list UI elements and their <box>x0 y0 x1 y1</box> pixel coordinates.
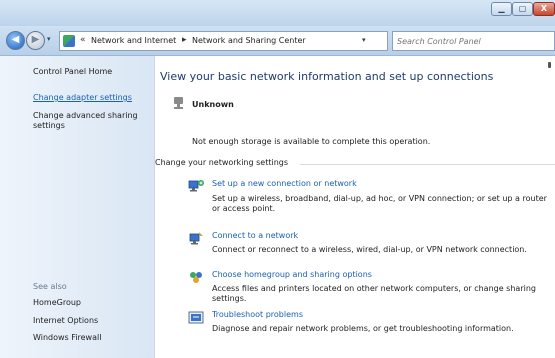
address-dropdown[interactable]: ▾ <box>362 36 366 44</box>
sidebar-change-advanced-sharing[interactable]: Change advanced sharing settings <box>33 111 143 131</box>
section-header: Change your networking settings <box>155 158 555 170</box>
connect-network-icon <box>188 230 205 246</box>
search-box[interactable] <box>392 31 555 51</box>
breadcrumb-overflow[interactable]: « <box>80 35 86 45</box>
sidebar-control-panel-home[interactable]: Control Panel Home <box>33 67 112 77</box>
new-connection-icon <box>188 178 205 194</box>
main-content: View your basic network information and … <box>155 56 555 358</box>
see-also-heading: See also <box>33 282 67 291</box>
back-button[interactable]: ◀ <box>6 31 25 50</box>
page-title: View your basic network information and … <box>160 70 494 83</box>
close-button[interactable]: X <box>533 2 555 16</box>
search-input[interactable] <box>397 34 547 48</box>
task-connect-network-description: Connect or reconnect to a wireless, wire… <box>212 245 527 254</box>
task-setup-connection-link[interactable]: Set up a new connection or network <box>212 179 357 188</box>
section-title: Change your networking settings <box>155 158 293 167</box>
task-connect-network-link[interactable]: Connect to a network <box>212 231 298 240</box>
see-also-homegroup[interactable]: HomeGroup <box>33 298 81 308</box>
recent-pages-dropdown[interactable]: ▾ <box>47 35 51 43</box>
breadcrumb-network-and-internet[interactable]: Network and Internet <box>91 36 176 45</box>
task-troubleshoot-link[interactable]: Troubleshoot problems <box>212 310 303 319</box>
network-name: Unknown <box>192 100 234 109</box>
breadcrumb-separator[interactable]: ▸ <box>182 35 187 45</box>
back-arrow-icon: ◀ <box>11 34 20 45</box>
homegroup-icon <box>188 270 205 286</box>
forward-button[interactable]: ▶ <box>26 31 45 50</box>
breadcrumb-network-and-sharing-center[interactable]: Network and Sharing Center <box>192 36 306 45</box>
scrollbar[interactable] <box>548 62 551 68</box>
see-also-internet-options[interactable]: Internet Options <box>33 316 98 326</box>
task-troubleshoot-description: Diagnose and repair network problems, or… <box>212 324 514 333</box>
minimize-button[interactable]: ▁ <box>491 2 512 16</box>
sidebar-change-adapter-settings[interactable]: Change adapter settings <box>33 93 132 103</box>
section-divider <box>300 164 555 165</box>
task-homegroup-link[interactable]: Choose homegroup and sharing options <box>212 270 372 279</box>
maximize-button[interactable]: ▢ <box>512 2 533 16</box>
task-setup-connection-description: Set up a wireless, broadband, dial-up, a… <box>212 194 547 213</box>
control-panel-icon <box>63 35 75 47</box>
network-status-icon <box>173 96 185 110</box>
address-bar[interactable]: « Network and Internet ▸ Network and Sha… <box>59 31 388 51</box>
see-also-windows-firewall[interactable]: Windows Firewall <box>33 333 101 343</box>
task-pane: Control Panel Home Change adapter settin… <box>0 56 155 358</box>
error-message: Not enough storage is available to compl… <box>192 137 431 146</box>
forward-arrow-icon: ▶ <box>31 34 40 45</box>
task-homegroup-description: Access files and printers located on oth… <box>212 284 536 303</box>
title-bar: ▁ ▢ X <box>0 0 555 26</box>
troubleshoot-icon <box>188 310 205 326</box>
